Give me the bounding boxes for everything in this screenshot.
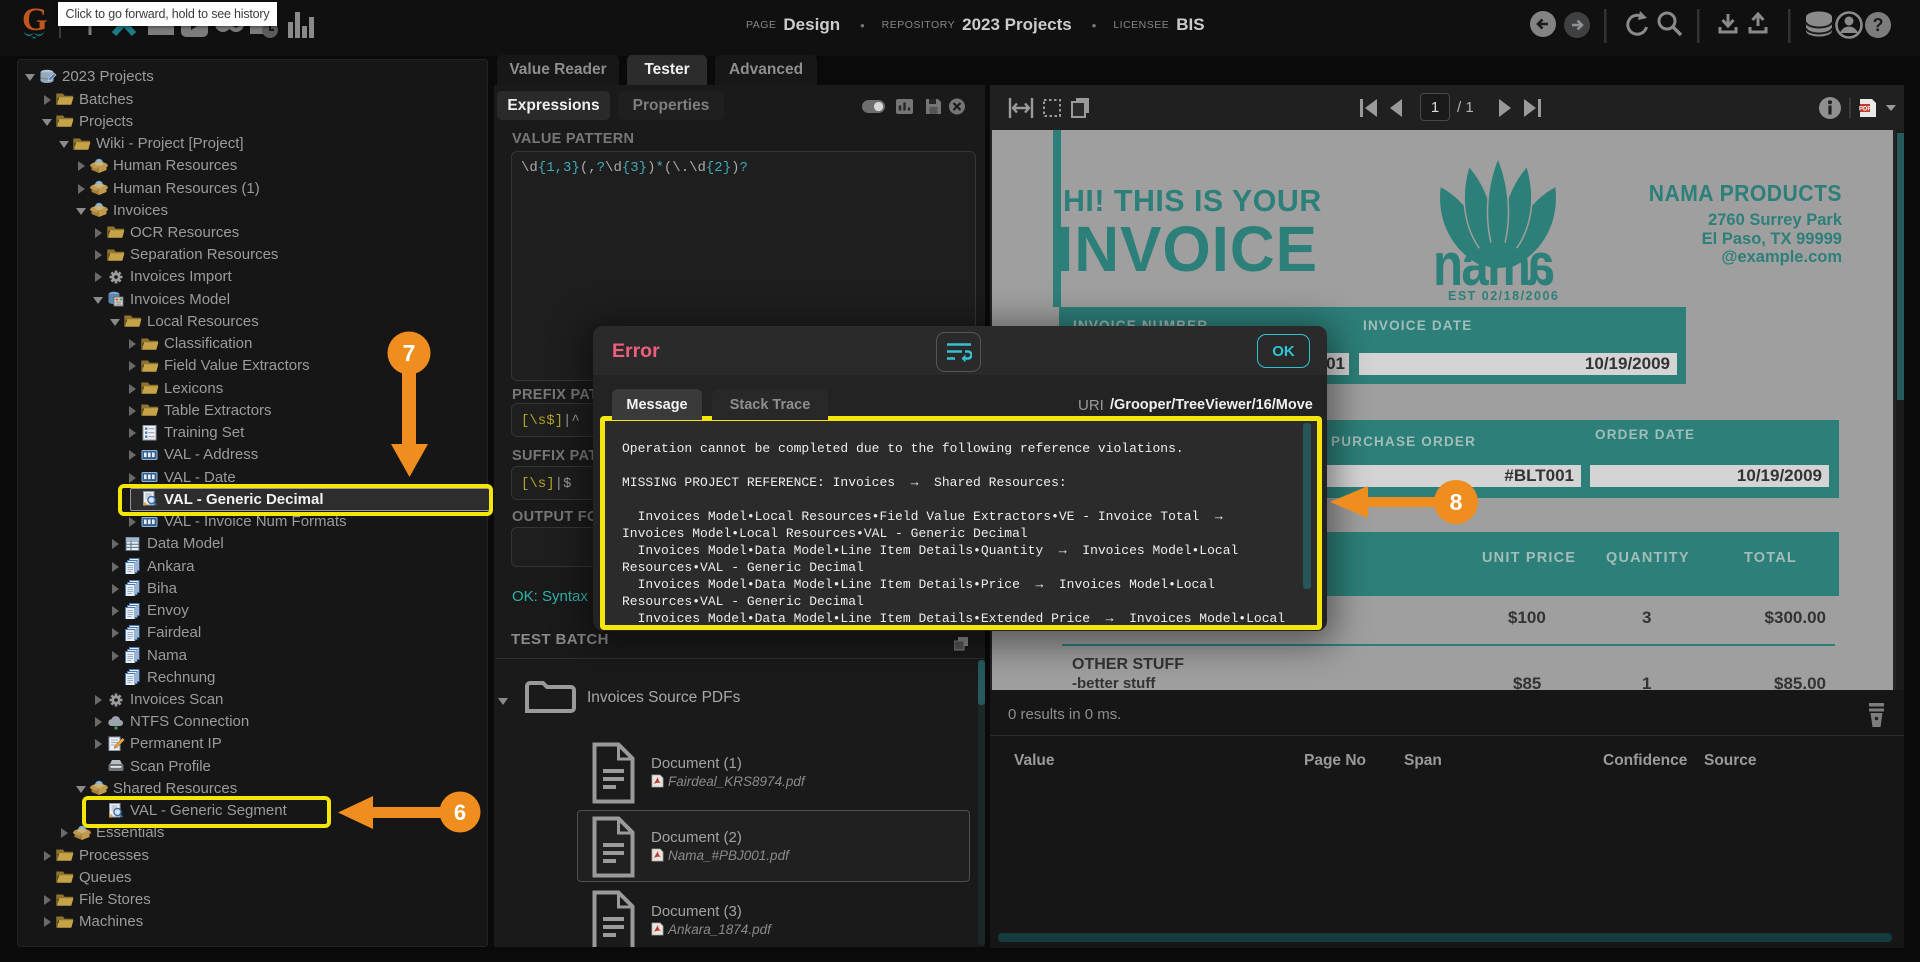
svg-text:7: 7 — [403, 340, 416, 366]
svg-text:?: ? — [1873, 15, 1884, 35]
svg-text:6: 6 — [454, 800, 466, 825]
svg-text:8: 8 — [1450, 489, 1463, 515]
svg-text:PDF: PDF — [1859, 107, 1871, 113]
